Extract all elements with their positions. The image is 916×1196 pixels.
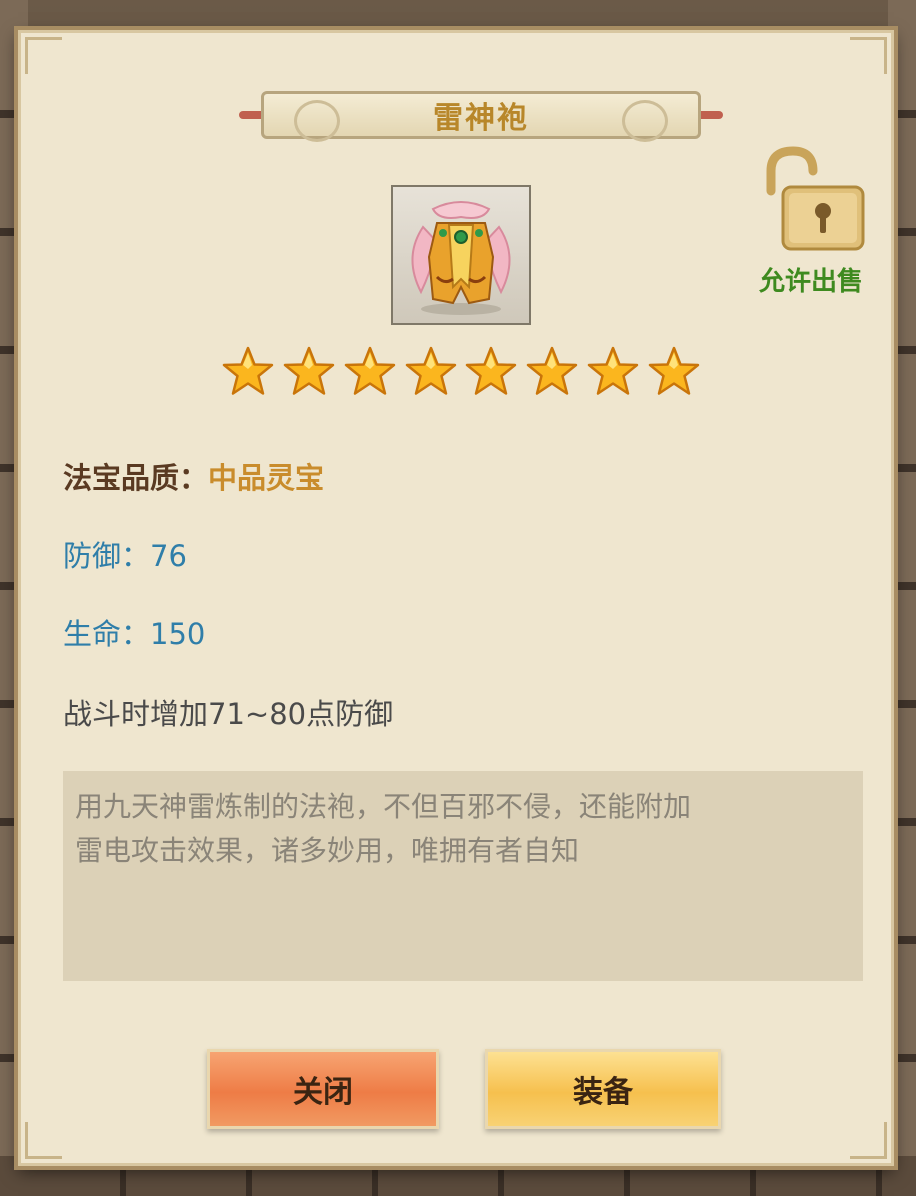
item-name: 雷神袍 xyxy=(433,101,529,136)
padlock-open-icon xyxy=(766,146,865,251)
star-icon xyxy=(466,346,517,395)
star-icon xyxy=(648,346,700,395)
item-quality-row: 法宝品质：中品灵宝 xyxy=(63,455,324,497)
description-line: 雷电攻击效果，诸多妙用，唯拥有者自知 xyxy=(75,834,580,867)
star-icon xyxy=(405,346,456,395)
corner-ornament xyxy=(25,37,62,74)
life-label: 生命： xyxy=(63,617,151,651)
equip-button[interactable]: 装备 xyxy=(485,1049,721,1129)
cloud-ornament-icon xyxy=(622,100,668,142)
defense-value: 76 xyxy=(150,539,187,573)
title-plate: 雷神袍 xyxy=(261,91,701,142)
golden-robe-icon xyxy=(411,201,511,315)
star-rating xyxy=(221,345,701,401)
item-description: 用九天神雷炼制的法袍，不但百邪不侵，还能附加 雷电攻击效果，诸多妙用，唯拥有者自… xyxy=(63,771,863,981)
corner-ornament xyxy=(850,37,887,74)
close-button[interactable]: 关闭 xyxy=(207,1049,439,1129)
quality-label: 法宝品质： xyxy=(63,461,209,495)
defense-label: 防御： xyxy=(63,539,151,573)
star-icon xyxy=(526,346,578,395)
description-line: 用九天神雷炼制的法袍，不但百邪不侵，还能附加 xyxy=(75,790,692,823)
allow-sale-label: 允许出售 xyxy=(758,267,863,297)
quality-value: 中品灵宝 xyxy=(208,461,325,495)
sell-lock-toggle[interactable]: 允许出售 xyxy=(751,143,871,297)
life-stat-row: 生命：150 xyxy=(63,611,205,653)
star-icon xyxy=(222,346,274,395)
corner-ornament xyxy=(25,1122,62,1159)
life-value: 150 xyxy=(150,617,206,651)
item-icon-slot xyxy=(391,185,531,325)
star-icon xyxy=(587,346,639,395)
cloud-ornament-icon xyxy=(294,100,340,142)
item-detail-dialog: 雷神袍 允许出售 法宝品质：中品灵宝 防御：76 生命：150 战斗时增加71~… xyxy=(18,30,894,1166)
special-effect-text: 战斗时增加71~80点防御 xyxy=(63,697,394,731)
star-icon xyxy=(344,346,395,395)
corner-ornament xyxy=(850,1122,887,1159)
item-title-plaque: 雷神袍 xyxy=(239,89,723,142)
star-icon xyxy=(283,346,335,395)
defense-stat-row: 防御：76 xyxy=(63,533,187,575)
